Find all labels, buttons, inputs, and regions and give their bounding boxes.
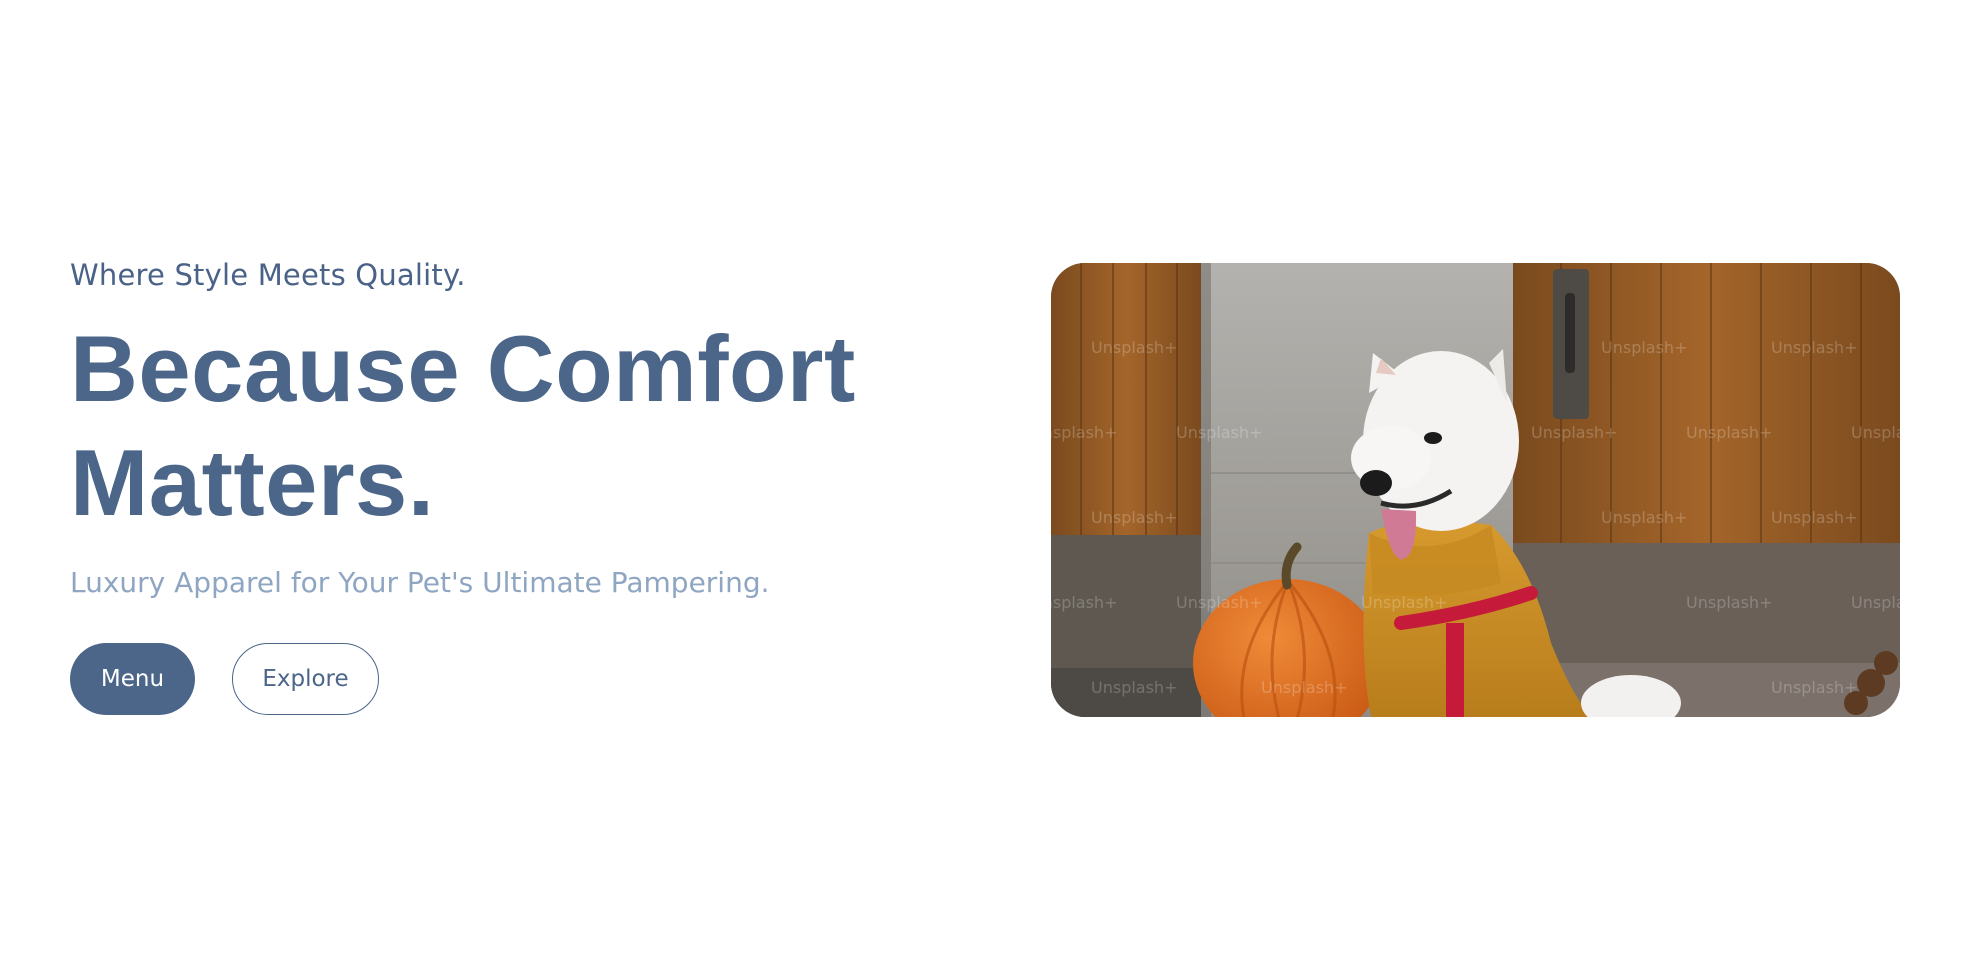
- watermark-text: Unsplash+: [1261, 678, 1347, 697]
- hero-headline: Because Comfort Matters.: [70, 316, 856, 535]
- hero-image: Unsplash+ Unsplash+ Unsplash+ Unsplash+ …: [1051, 263, 1900, 717]
- watermark-text: Unsplash+: [1771, 508, 1857, 527]
- watermark-text: Unsplash+: [1091, 678, 1177, 697]
- watermark-text: Unsplash+: [1686, 593, 1772, 612]
- watermark-text: Unsplash+: [1601, 508, 1687, 527]
- watermark-text: Unsplash+: [1686, 423, 1772, 442]
- watermark-text: Unsplash+: [1176, 423, 1262, 442]
- watermark-text: Unsplash+: [1771, 338, 1857, 357]
- watermark-text: Unsplash+: [1091, 338, 1177, 357]
- watermark-text: Unsplash+: [1091, 508, 1177, 527]
- hero-subheadline: Luxury Apparel for Your Pet's Ultimate P…: [70, 566, 770, 599]
- watermark-text: Unsplash+: [1051, 423, 1117, 442]
- watermark-text: Unsplash+: [1771, 678, 1857, 697]
- watermark-text: Unsplash+: [1531, 423, 1617, 442]
- watermark-text: Unsplash+: [1176, 593, 1262, 612]
- watermark-text: Unsplash+: [1851, 593, 1900, 612]
- watermark-text: Unsplash+: [1851, 423, 1900, 442]
- watermark-text: Unsplash+: [1051, 593, 1117, 612]
- watermark-text: Unsplash+: [1361, 593, 1447, 612]
- hero-eyebrow: Where Style Meets Quality.: [70, 258, 466, 292]
- watermark-text: Unsplash+: [1601, 338, 1687, 357]
- explore-button[interactable]: Explore: [232, 643, 379, 715]
- menu-button[interactable]: Menu: [70, 643, 195, 715]
